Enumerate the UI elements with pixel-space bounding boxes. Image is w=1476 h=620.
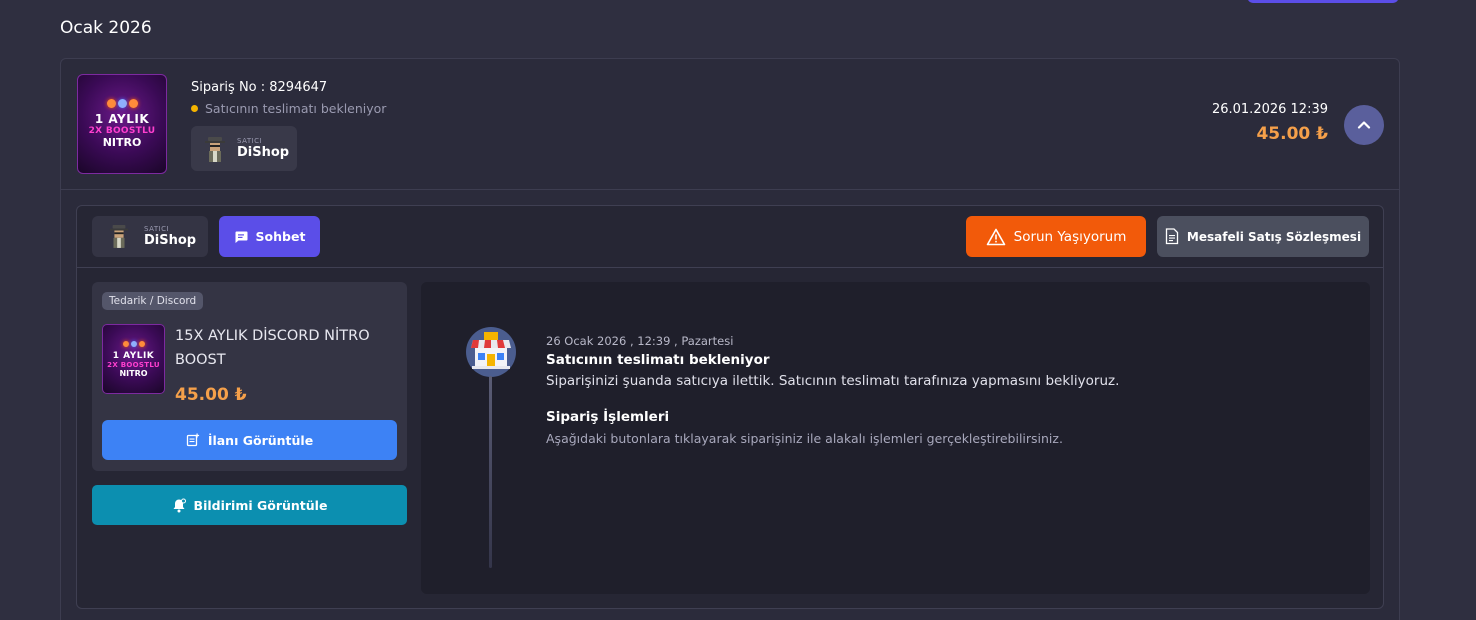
thumb-text-line1: 1 AYLIK (94, 112, 150, 126)
detail-toolbar: SATICI DiShop Sohbet Sorun Yaşıyorum Mes… (77, 206, 1383, 268)
product-thumbnail: 1 AYLIK 2X BOOSTLU NITRO (77, 74, 167, 174)
order-header[interactable]: 1 AYLIK 2X BOOSTLU NITRO Sipariş No : 82… (61, 59, 1399, 190)
order-status: Satıcının teslimatı bekleniyor (191, 101, 386, 116)
thumb-small-line1: 1 AYLIK (112, 350, 155, 361)
chat-button-label: Sohbet (255, 229, 306, 244)
top-action-button[interactable] (1247, 0, 1399, 3)
order-actions-text: Aşağıdaki butonlara tıklayarak siparişin… (546, 431, 1063, 446)
order-actions-title: Sipariş İşlemleri (546, 409, 670, 425)
contract-button-label: Mesafeli Satış Sözleşmesi (1186, 229, 1362, 244)
order-card: 1 AYLIK 2X BOOSTLU NITRO Sipariş No : 82… (60, 58, 1400, 620)
seller-name-detail: DiShop (144, 233, 197, 248)
status-dot-icon (191, 105, 198, 112)
thumb-small-line3: NITRO (119, 368, 148, 378)
category-badge: Tedarik / Discord (102, 292, 204, 310)
order-price: 45.00 ₺ (1256, 124, 1328, 144)
order-status-text: Satıcının teslimatı bekleniyor (205, 101, 387, 116)
order-number: Sipariş No : 8294647 (191, 80, 328, 95)
timeline-text: Siparişinizi şuanda satıcıya ilettik. Sa… (546, 373, 1120, 389)
thumb-text-line2: 2X BOOSTLU (88, 126, 156, 136)
document-icon (1165, 228, 1179, 245)
report-problem-button[interactable]: Sorun Yaşıyorum (966, 216, 1146, 257)
product-panel: Tedarik / Discord 1 AYLIK 2X BOOSTLU NIT… (92, 282, 407, 471)
store-icon (465, 326, 517, 378)
chat-button[interactable]: Sohbet (219, 216, 320, 257)
view-notice-label: Bildirimi Görüntüle (193, 497, 328, 513)
view-listing-button[interactable]: İlanı Görüntüle (102, 420, 397, 460)
product-thumbnail-small: 1 AYLIK 2X BOOSTLU NITRO (102, 324, 165, 394)
seller-label: SATICI (237, 137, 263, 145)
collapse-button[interactable] (1344, 105, 1384, 145)
seller-chip-detail[interactable]: SATICI DiShop (92, 216, 208, 257)
seller-chip[interactable]: SATICI DiShop (191, 126, 297, 171)
order-date: 26.01.2026 12:39 (1211, 102, 1328, 117)
timeline-panel: 26 Ocak 2026 , 12:39 , Pazartesi Satıcın… (421, 282, 1370, 594)
thumb-text-line3: NITRO (102, 136, 142, 149)
warning-icon (986, 228, 1005, 245)
thumb-orbs-small-icon (122, 340, 145, 347)
seller-name: DiShop (237, 145, 290, 160)
view-listing-label: İlanı Görüntüle (207, 432, 314, 448)
order-detail-box: SATICI DiShop Sohbet Sorun Yaşıyorum Mes… (76, 205, 1384, 609)
product-title: 15X AYLIK DİSCORD NİTRO BOOST (175, 328, 370, 368)
product-price: 45.00 ₺ (175, 385, 247, 405)
thumb-orbs-icon (106, 99, 138, 108)
report-problem-label: Sorun Yaşıyorum (1013, 228, 1127, 245)
chevron-up-icon (1357, 121, 1371, 129)
seller-avatar (203, 135, 227, 163)
timeline-line (489, 376, 492, 568)
seller-label-detail: SATICI (144, 225, 170, 233)
listing-icon (186, 433, 199, 447)
contract-button[interactable]: Mesafeli Satış Sözleşmesi (1157, 216, 1369, 257)
bell-icon (173, 498, 186, 512)
month-heading: Ocak 2026 (60, 18, 152, 38)
timeline-title: Satıcının teslimatı bekleniyor (546, 352, 770, 368)
seller-avatar-detail (108, 223, 132, 251)
chat-icon (235, 231, 248, 243)
thumb-small-line2: 2X BOOSTLU (107, 360, 160, 369)
view-notice-button[interactable]: Bildirimi Görüntüle (92, 485, 407, 525)
timeline-date: 26 Ocak 2026 , 12:39 , Pazartesi (546, 334, 734, 348)
